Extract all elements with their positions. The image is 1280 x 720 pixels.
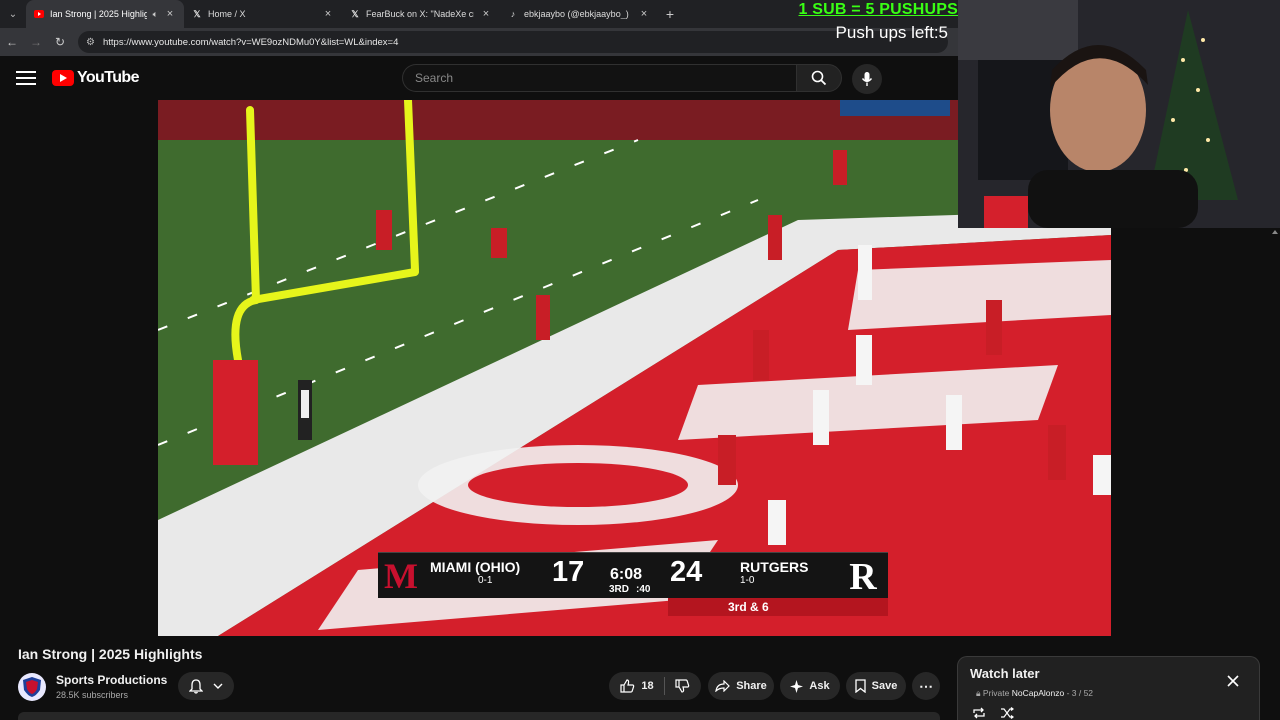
microphone-icon bbox=[861, 72, 873, 86]
channel-avatar[interactable] bbox=[18, 673, 46, 701]
down-distance: 3rd & 6 bbox=[728, 600, 769, 614]
webcam-overlay bbox=[958, 0, 1280, 228]
share-button[interactable]: Share bbox=[708, 672, 774, 700]
away-score: 17 bbox=[552, 556, 585, 588]
forward-arrow-icon[interactable]: → bbox=[24, 28, 48, 56]
chevron-down-icon bbox=[213, 683, 223, 689]
down-distance-bar: 3rd & 6 bbox=[668, 598, 888, 616]
video-title: Ian Strong | 2025 Highlights bbox=[18, 646, 203, 662]
site-info-icon[interactable]: ⚙ bbox=[86, 37, 95, 48]
youtube-icon bbox=[34, 9, 44, 19]
search-icon bbox=[811, 70, 827, 86]
playlist-privacy: Private bbox=[982, 688, 1010, 698]
ask-button[interactable]: Ask bbox=[780, 672, 840, 700]
close-tab-icon[interactable]: × bbox=[480, 8, 492, 20]
tab-x-fearbuck[interactable]: 𝕏 FearBuck on X: "NadeXe crashe × bbox=[342, 0, 500, 28]
subscriber-count: 28.5K subscribers bbox=[56, 690, 129, 700]
tab-search-dropdown-icon[interactable]: ⌄ bbox=[0, 0, 26, 28]
tab-title: ebkjaaybo (@ebkjaaybo_) | TikT bbox=[524, 9, 632, 19]
tab-youtube[interactable]: Ian Strong | 2025 Highlights 🔈︎ × bbox=[26, 0, 184, 28]
youtube-header: YouTube Search bbox=[0, 56, 958, 100]
sub-pushups-banner: 1 SUB = 5 PUSHUPS bbox=[798, 1, 958, 18]
save-button[interactable]: Save bbox=[846, 672, 906, 700]
tab-title: Home / X bbox=[208, 9, 246, 19]
share-arrow-icon bbox=[715, 680, 731, 692]
shuffle-icon[interactable] bbox=[1000, 707, 1014, 719]
home-team-record: 1-0 bbox=[740, 575, 755, 586]
x-icon: 𝕏 bbox=[193, 8, 201, 19]
svg-text:M: M bbox=[384, 556, 418, 596]
search-button[interactable] bbox=[796, 64, 842, 92]
search-input[interactable]: Search bbox=[402, 64, 796, 92]
hamburger-menu-icon[interactable] bbox=[16, 69, 36, 87]
home-score: 24 bbox=[670, 556, 703, 588]
play-clock: :40 bbox=[636, 584, 651, 595]
playlist-meta: 🔒︎ Private NoCapAlonzo - 3 / 52 bbox=[976, 688, 1093, 699]
search-placeholder: Search bbox=[415, 71, 454, 85]
back-arrow-icon[interactable]: ← bbox=[0, 28, 24, 56]
close-tab-icon[interactable]: × bbox=[164, 8, 176, 20]
description-box-edge[interactable] bbox=[18, 712, 940, 720]
close-icon[interactable] bbox=[1226, 674, 1240, 688]
channel-shield-icon bbox=[23, 677, 41, 697]
scoreboard: M MIAMI (OHIO) 0-1 17 6:08 3RD :40 24 RU… bbox=[378, 552, 888, 616]
reload-icon[interactable]: ↻ bbox=[48, 28, 72, 56]
bookmark-icon bbox=[854, 679, 866, 693]
logo-text: YouTube bbox=[77, 69, 139, 86]
lock-icon: 🔒︎ bbox=[976, 688, 981, 698]
away-team-record: 0-1 bbox=[478, 575, 493, 586]
speaker-icon[interactable]: 🔈︎ bbox=[153, 9, 158, 20]
url-text: https://www.youtube.com/watch?v=WE9ozNDM… bbox=[102, 36, 399, 48]
tab-x-home[interactable]: 𝕏 Home / X × bbox=[184, 0, 342, 28]
tab-tiktok[interactable]: ♪ ebkjaaybo (@ebkjaaybo_) | TikT × bbox=[500, 0, 658, 28]
playlist-position: - 3 / 52 bbox=[1066, 688, 1094, 698]
home-team-logo: R bbox=[849, 556, 877, 596]
streamer-camera-feed bbox=[958, 0, 1280, 228]
close-tab-icon[interactable]: × bbox=[638, 8, 650, 20]
watch-later-panel: Watch later 🔒︎ Private NoCapAlonzo - 3 /… bbox=[957, 656, 1260, 720]
new-tab-button[interactable]: + bbox=[658, 6, 682, 22]
x-icon: 𝕏 bbox=[351, 8, 359, 19]
loop-icon[interactable] bbox=[972, 707, 986, 719]
tab-title: FearBuck on X: "NadeXe crashe bbox=[366, 9, 474, 19]
channel-name[interactable]: Sports Productions bbox=[56, 673, 167, 687]
youtube-logo[interactable]: YouTube bbox=[52, 69, 139, 87]
svg-text:R: R bbox=[849, 556, 877, 596]
bell-icon bbox=[189, 678, 203, 694]
close-tab-icon[interactable]: × bbox=[322, 8, 334, 20]
like-button[interactable]: 18 bbox=[620, 679, 654, 693]
like-dislike-group: 18 bbox=[609, 672, 701, 700]
save-label: Save bbox=[871, 680, 898, 692]
tab-title: Ian Strong | 2025 Highlights bbox=[50, 9, 147, 19]
home-team-name: RUTGERS bbox=[740, 559, 809, 575]
away-team-name: MIAMI (OHIO) bbox=[430, 559, 521, 575]
youtube-play-icon bbox=[52, 70, 74, 86]
playlist-title: Watch later bbox=[970, 666, 1040, 681]
pushups-left-counter: Push ups left:5 bbox=[835, 23, 948, 42]
ask-label: Ask bbox=[809, 680, 830, 692]
thumbs-down-icon[interactable] bbox=[675, 679, 690, 693]
more-icon: ⋯ bbox=[919, 677, 933, 694]
notifications-button[interactable] bbox=[178, 672, 234, 700]
away-team-logo: M bbox=[384, 556, 418, 596]
more-actions-button[interactable]: ⋯ bbox=[912, 672, 940, 700]
quarter: 3RD bbox=[609, 584, 630, 595]
thumbs-up-icon bbox=[620, 679, 635, 693]
sparkle-icon bbox=[790, 679, 804, 693]
divider bbox=[663, 677, 665, 695]
voice-search-button[interactable] bbox=[852, 64, 882, 94]
tiktok-icon: ♪ bbox=[510, 9, 516, 19]
playlist-owner[interactable]: NoCapAlonzo bbox=[1012, 688, 1064, 698]
scroll-up-icon[interactable] bbox=[1272, 228, 1278, 234]
like-count: 18 bbox=[641, 680, 654, 692]
game-clock: 6:08 bbox=[610, 566, 643, 583]
share-label: Share bbox=[736, 680, 767, 692]
